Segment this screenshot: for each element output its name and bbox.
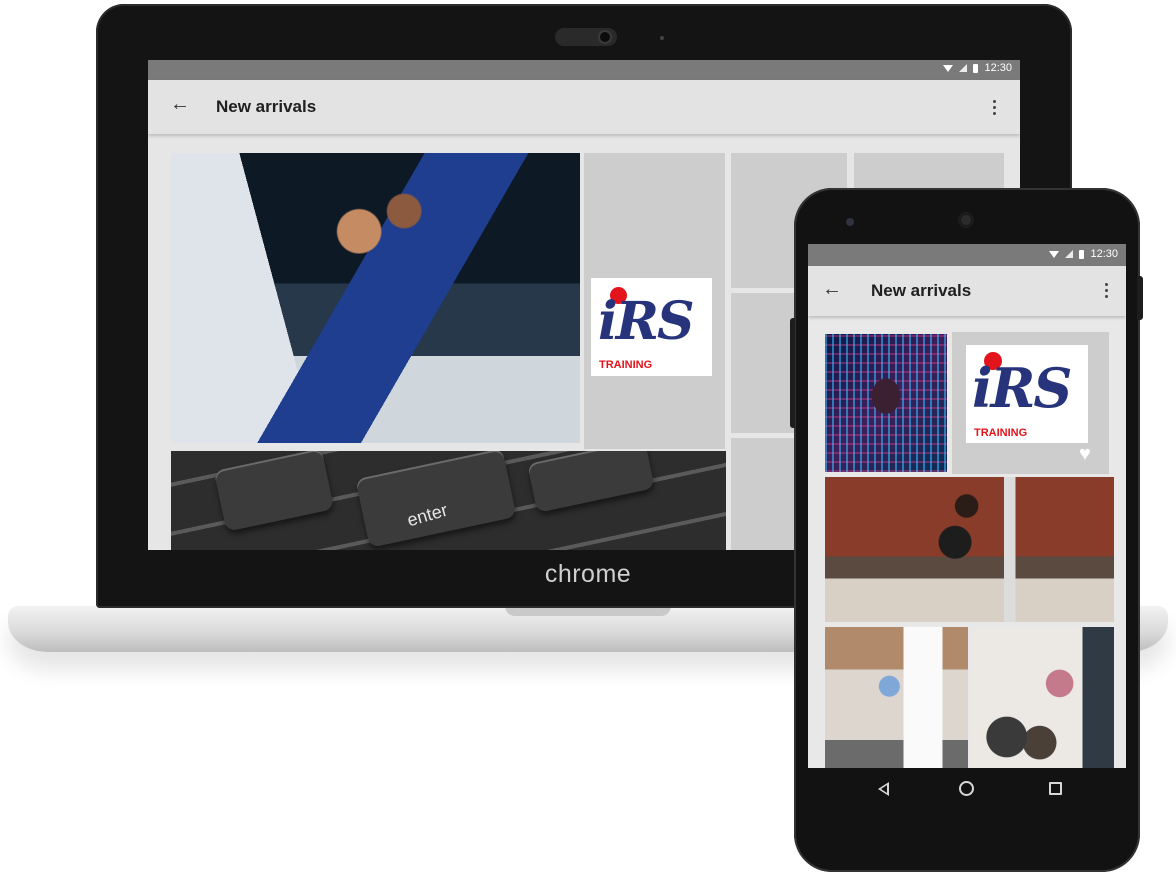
signal-icon <box>959 64 968 72</box>
photo-tile-tech-woman[interactable] <box>825 334 947 472</box>
status-bar: 12:30 <box>148 60 1020 80</box>
status-bar: 12:30 <box>808 244 1126 266</box>
status-icons: 12:30 <box>943 62 1012 74</box>
nav-home-icon[interactable] <box>959 781 974 796</box>
phone-volume-button <box>790 318 795 428</box>
photo-tile-whiteboard[interactable] <box>825 627 968 768</box>
irs-training-logo: iRS TRAINING <box>591 278 712 376</box>
app-bar: ← New arrivals <box>148 80 1020 134</box>
keyboard-key-enter <box>355 451 517 548</box>
logo-tile[interactable]: iRS TRAINING <box>584 153 725 449</box>
phone-earpiece-icon <box>958 212 974 228</box>
wifi-icon <box>1049 250 1060 258</box>
status-time: 12:30 <box>1090 248 1118 260</box>
laptop-sensor <box>660 36 664 40</box>
nav-back-icon[interactable] <box>878 782 889 796</box>
wifi-icon <box>943 64 954 72</box>
nav-recents-icon[interactable] <box>1049 782 1062 795</box>
app-bar: ← New arrivals <box>808 266 1126 316</box>
photo-tile-presenter[interactable] <box>971 627 1114 768</box>
arrow-back-icon[interactable]: ← <box>822 278 842 301</box>
logo-subtitle: TRAINING <box>974 427 1028 439</box>
arrow-back-icon[interactable]: ← <box>170 93 190 116</box>
photo-tile-meeting[interactable] <box>825 477 1114 622</box>
more-vert-icon[interactable] <box>993 100 996 115</box>
system-nav-bar <box>808 768 1126 812</box>
phone-camera-icon <box>846 218 854 226</box>
keyboard-key <box>213 451 335 532</box>
photo-tile-keyboard[interactable]: enter <box>171 451 726 550</box>
signal-icon <box>1065 250 1074 258</box>
phone-screen: 12:30 ← New arrivals iRS TRAINING ♥ <box>808 244 1126 768</box>
logo-letters: iRS <box>598 291 695 352</box>
battery-icon <box>1079 249 1085 259</box>
status-icons: 12:30 <box>1049 248 1118 260</box>
irs-training-logo: iRS TRAINING <box>966 345 1088 443</box>
keyboard-key <box>527 451 655 513</box>
laptop-camera-icon <box>600 32 610 42</box>
more-vert-icon[interactable] <box>1105 283 1108 298</box>
status-time: 12:30 <box>984 62 1012 74</box>
device-brand-label: chrome <box>544 560 632 588</box>
logo-tile[interactable]: iRS TRAINING ♥ <box>952 332 1109 474</box>
logo-letters: iRS <box>972 356 1072 420</box>
logo-subtitle: TRAINING <box>599 359 653 371</box>
page-title: New arrivals <box>216 97 317 116</box>
heart-icon[interactable]: ♥ <box>1079 444 1091 464</box>
phone-power-button <box>1137 276 1143 320</box>
battery-icon <box>973 63 979 73</box>
photo-tile-office-team[interactable] <box>171 153 580 443</box>
page-title: New arrivals <box>871 281 972 300</box>
